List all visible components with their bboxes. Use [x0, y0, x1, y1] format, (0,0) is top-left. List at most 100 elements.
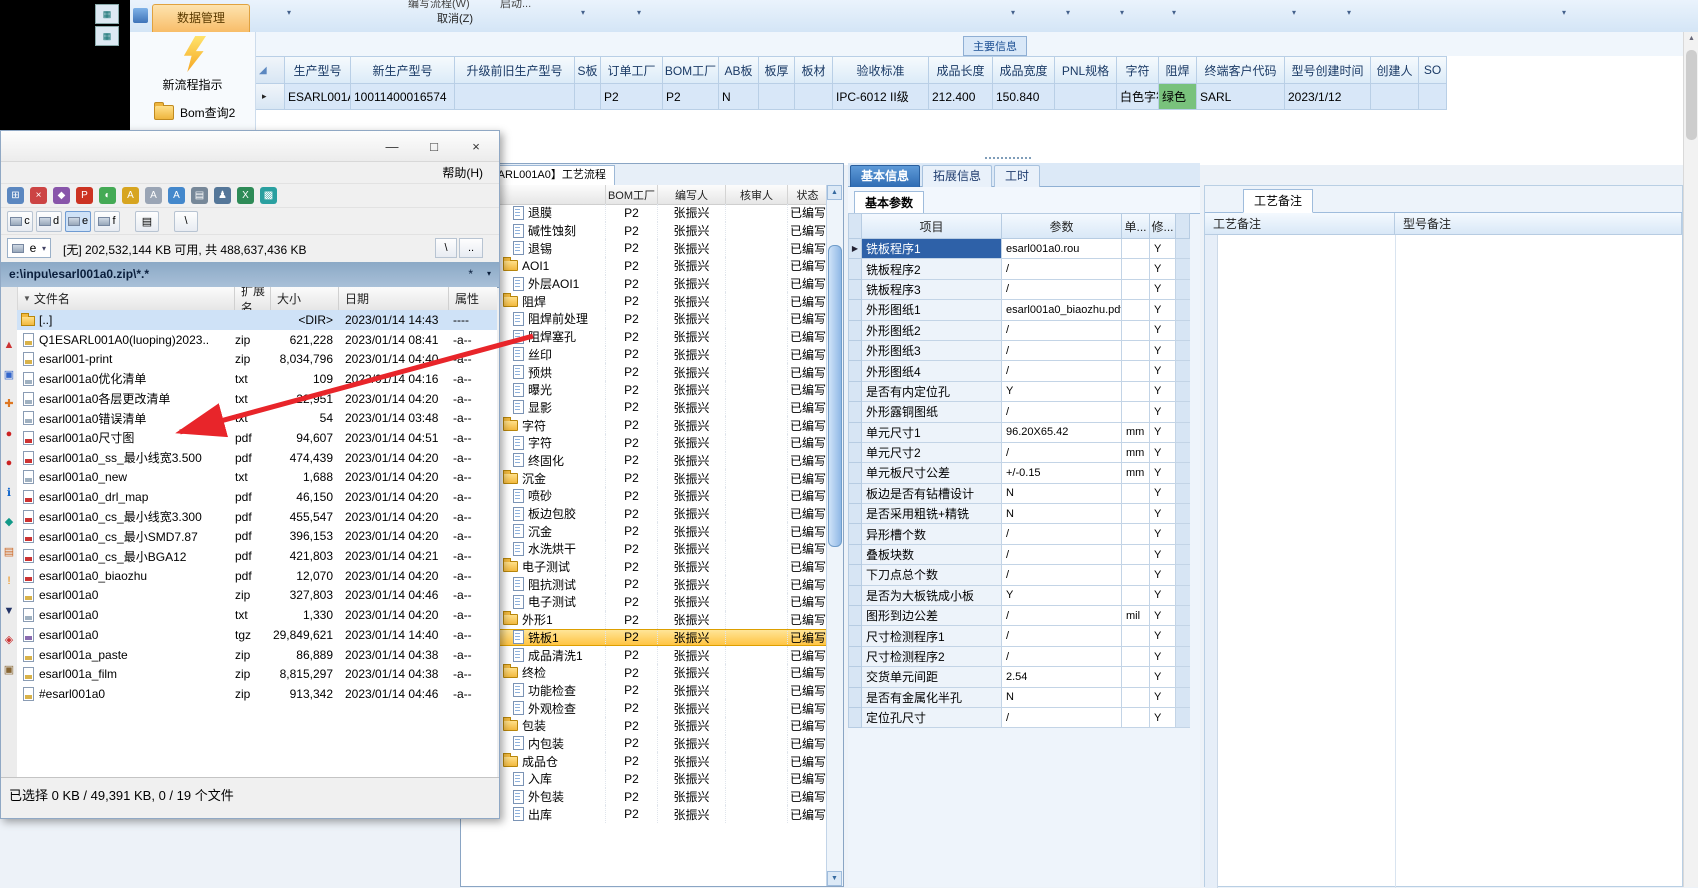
process-row[interactable]: 退膜 P2 张振兴 已编写: [461, 204, 829, 222]
side-icon-8[interactable]: ▤: [2, 545, 16, 559]
param-value[interactable]: Y: [1002, 381, 1122, 403]
grid-column-header[interactable]: 字符: [1117, 56, 1159, 84]
process-row[interactable]: 曝光 P2 张振兴 已编写: [461, 380, 829, 399]
process-row[interactable]: 退锡 P2 张振兴 已编写: [461, 239, 829, 258]
font-gray-icon[interactable]: A: [145, 186, 162, 204]
process-row[interactable]: 包装 P2 张振兴 已编写: [461, 716, 829, 735]
params-column-header[interactable]: 修...: [1150, 213, 1176, 239]
file-list-column-header[interactable]: 扩展名: [235, 287, 271, 310]
process-row[interactable]: 外观检查 P2 张振兴 已编写: [461, 699, 829, 717]
process-row[interactable]: 外层AOI1 P2 张振兴 已编写: [461, 274, 829, 293]
file-row[interactable]: esarl001a0_drl_map pdf 46,150 2023/01/14 04…: [17, 487, 497, 507]
grid-column-header[interactable]: PNL规格: [1055, 56, 1117, 84]
side-icon-4[interactable]: ●: [2, 427, 16, 441]
param-row[interactable]: 外形图纸1 esarl001a0_biaozhu.pdf Y: [848, 300, 1190, 321]
file-row[interactable]: esarl001a0 tgz 29,849,621 2023/01/14 14:40-…: [17, 625, 497, 645]
terminal-icon-2[interactable]: ▦: [95, 26, 119, 46]
scroll-up-icon[interactable]: ▲: [1684, 35, 1698, 42]
file-list-column-header[interactable]: ▼ 文件名: [17, 287, 235, 310]
file-row[interactable]: esarl001a0 txt 1,330 2023/01/14 04:20 -a--: [17, 605, 497, 625]
file-row[interactable]: esarl001a0优化清单 txt 109 2023/01/14 04:16 -a--: [17, 369, 497, 389]
process-row[interactable]: 成品清洗1 P2 张振兴 已编写: [461, 646, 829, 664]
param-row[interactable]: 定位孔尺寸 / Y: [848, 707, 1190, 729]
side-icon-11[interactable]: ◈: [2, 633, 16, 647]
param-value[interactable]: 2.54: [1002, 667, 1122, 688]
param-value[interactable]: /: [1002, 320, 1122, 341]
grid-cell[interactable]: [795, 84, 833, 110]
param-value[interactable]: N: [1002, 483, 1122, 505]
param-row[interactable]: 铣板程序3/ Y: [848, 279, 1190, 301]
print-icon[interactable]: ▤: [191, 186, 208, 204]
file-row[interactable]: esarl001a0各层更改清单 txt 22,951 2023/01/14 04:2…: [17, 389, 497, 409]
file-row[interactable]: Q1ESARL001A0(luoping)2023.. zip 621,228 202…: [17, 330, 497, 350]
process-row[interactable]: 喷砂 P2 张振兴 已编写: [461, 487, 829, 505]
scrollbar-thumb[interactable]: [1686, 50, 1697, 140]
chevron-down-icon[interactable]: ▾: [581, 8, 585, 17]
side-icon-12[interactable]: ▣: [2, 663, 16, 677]
file-row[interactable]: esarl001a_paste zip 86,889 2023/01/14 04:38…: [17, 645, 497, 665]
param-row[interactable]: 是否有金属化半孔 N Y: [848, 687, 1190, 708]
grid-column-header[interactable]: 成品长度: [929, 56, 993, 84]
process-column-header[interactable]: 编写人: [658, 185, 726, 204]
bom-query-button[interactable]: Bom查询2: [154, 102, 235, 121]
param-value[interactable]: /: [1002, 626, 1122, 647]
help-menu-item[interactable]: 帮助(H): [442, 164, 483, 181]
grid-cell[interactable]: N: [719, 84, 759, 110]
grid-cell[interactable]: SARL: [1197, 84, 1285, 110]
grid-cell[interactable]: IPC-6012 II级: [833, 84, 929, 110]
process-row[interactable]: 沉金 P2 张振兴 已编写: [461, 522, 829, 541]
file-row[interactable]: [..] <DIR> 2023/01/14 14:43 ----: [17, 310, 497, 330]
file-row[interactable]: esarl001a0尺寸图 pdf 94,607 2023/01/14 04:51 -a…: [17, 428, 497, 448]
net-drive-button[interactable]: ▤: [135, 210, 159, 232]
grid-cell[interactable]: [1055, 84, 1117, 110]
param-row[interactable]: 下刀点总个数 / Y: [848, 565, 1190, 586]
process-row[interactable]: 功能检查 P2 张振兴 已编写: [461, 681, 829, 700]
process-row[interactable]: 碱性蚀刻 P2 张振兴 已编写: [461, 221, 829, 240]
grid-column-header[interactable]: 阻焊: [1159, 56, 1197, 84]
minimize-icon[interactable]: —: [371, 131, 413, 161]
goto-parent-button[interactable]: ..: [459, 238, 483, 258]
chevron-down-icon[interactable]: ▾: [1066, 8, 1070, 17]
tab-data-management[interactable]: 数据管理: [152, 4, 250, 32]
terminal-icon-1[interactable]: ▦: [95, 4, 119, 24]
shield-icon[interactable]: ◆: [53, 186, 70, 204]
grid-column-header[interactable]: 新生产型号: [351, 56, 455, 84]
param-row[interactable]: 图形到边公差 / mil Y: [848, 606, 1190, 627]
param-value[interactable]: /: [1002, 340, 1122, 362]
grid-column-header[interactable]: 升级前旧生产型号: [455, 56, 575, 84]
file-row[interactable]: esarl001-print zip 8,034,796 2023/01/14 04:…: [17, 349, 497, 369]
grid-cell[interactable]: 白色字符: [1117, 84, 1159, 110]
grid-cell[interactable]: 绿色: [1159, 84, 1197, 110]
param-value[interactable]: /: [1002, 544, 1122, 566]
process-row[interactable]: AOI1 P2 张振兴 已编写: [461, 257, 829, 275]
process-row[interactable]: 电子测试 P2 张振兴 已编写: [461, 557, 829, 576]
grid-cell[interactable]: 2023/1/12: [1285, 84, 1371, 110]
image-icon[interactable]: ▩: [260, 186, 277, 204]
scroll-up-icon[interactable]: ▲: [827, 185, 842, 200]
drive-button-e[interactable]: e: [65, 210, 91, 232]
tab-basic-info-active[interactable]: 基本信息: [850, 165, 921, 187]
drive-button-d[interactable]: d: [36, 210, 62, 232]
grid-column-header[interactable]: 型号创建时间: [1285, 56, 1371, 84]
grid-cell[interactable]: ESARL001A0: [285, 84, 351, 110]
file-row[interactable]: esarl001a0_cs_最小SMD7.87 pdf 396,153 2023/01…: [17, 527, 497, 547]
grid-column-header[interactable]: 成品宽度: [993, 56, 1055, 84]
param-value[interactable]: Y: [1002, 585, 1122, 607]
params-column-header[interactable]: 单...: [1122, 213, 1150, 239]
file-list-column-header[interactable]: 属性: [449, 287, 497, 310]
process-row[interactable]: 阻焊 P2 张振兴 已编写: [461, 292, 829, 311]
backslash-button[interactable]: \: [174, 210, 198, 232]
process-row[interactable]: 入库 P2 张振兴 已编写: [461, 770, 829, 788]
process-column-header[interactable]: BOM工厂: [606, 185, 658, 204]
close-icon[interactable]: ×: [455, 131, 497, 161]
process-row[interactable]: 字符 P2 张振兴 已编写: [461, 433, 829, 452]
param-row[interactable]: ▶ 铣板程序1 esarl001a0.rou Y: [848, 239, 1190, 260]
file-row[interactable]: esarl001a0_new txt 1,688 2023/01/14 04:20 -a…: [17, 468, 497, 488]
chevron-down-icon[interactable]: ▾: [287, 8, 291, 17]
user-icon[interactable]: ♟: [214, 186, 231, 204]
process-row[interactable]: 阻抗测试 P2 张振兴 已编写: [461, 575, 829, 594]
grid-column-header[interactable]: 订单工厂: [601, 56, 663, 84]
file-row[interactable]: #esarl001a0 zip 913,342 2023/01/14 04:46 -a-…: [17, 684, 497, 704]
chevron-down-icon[interactable]: ▾: [1347, 8, 1351, 17]
view-icon[interactable]: ⊞: [7, 186, 24, 204]
